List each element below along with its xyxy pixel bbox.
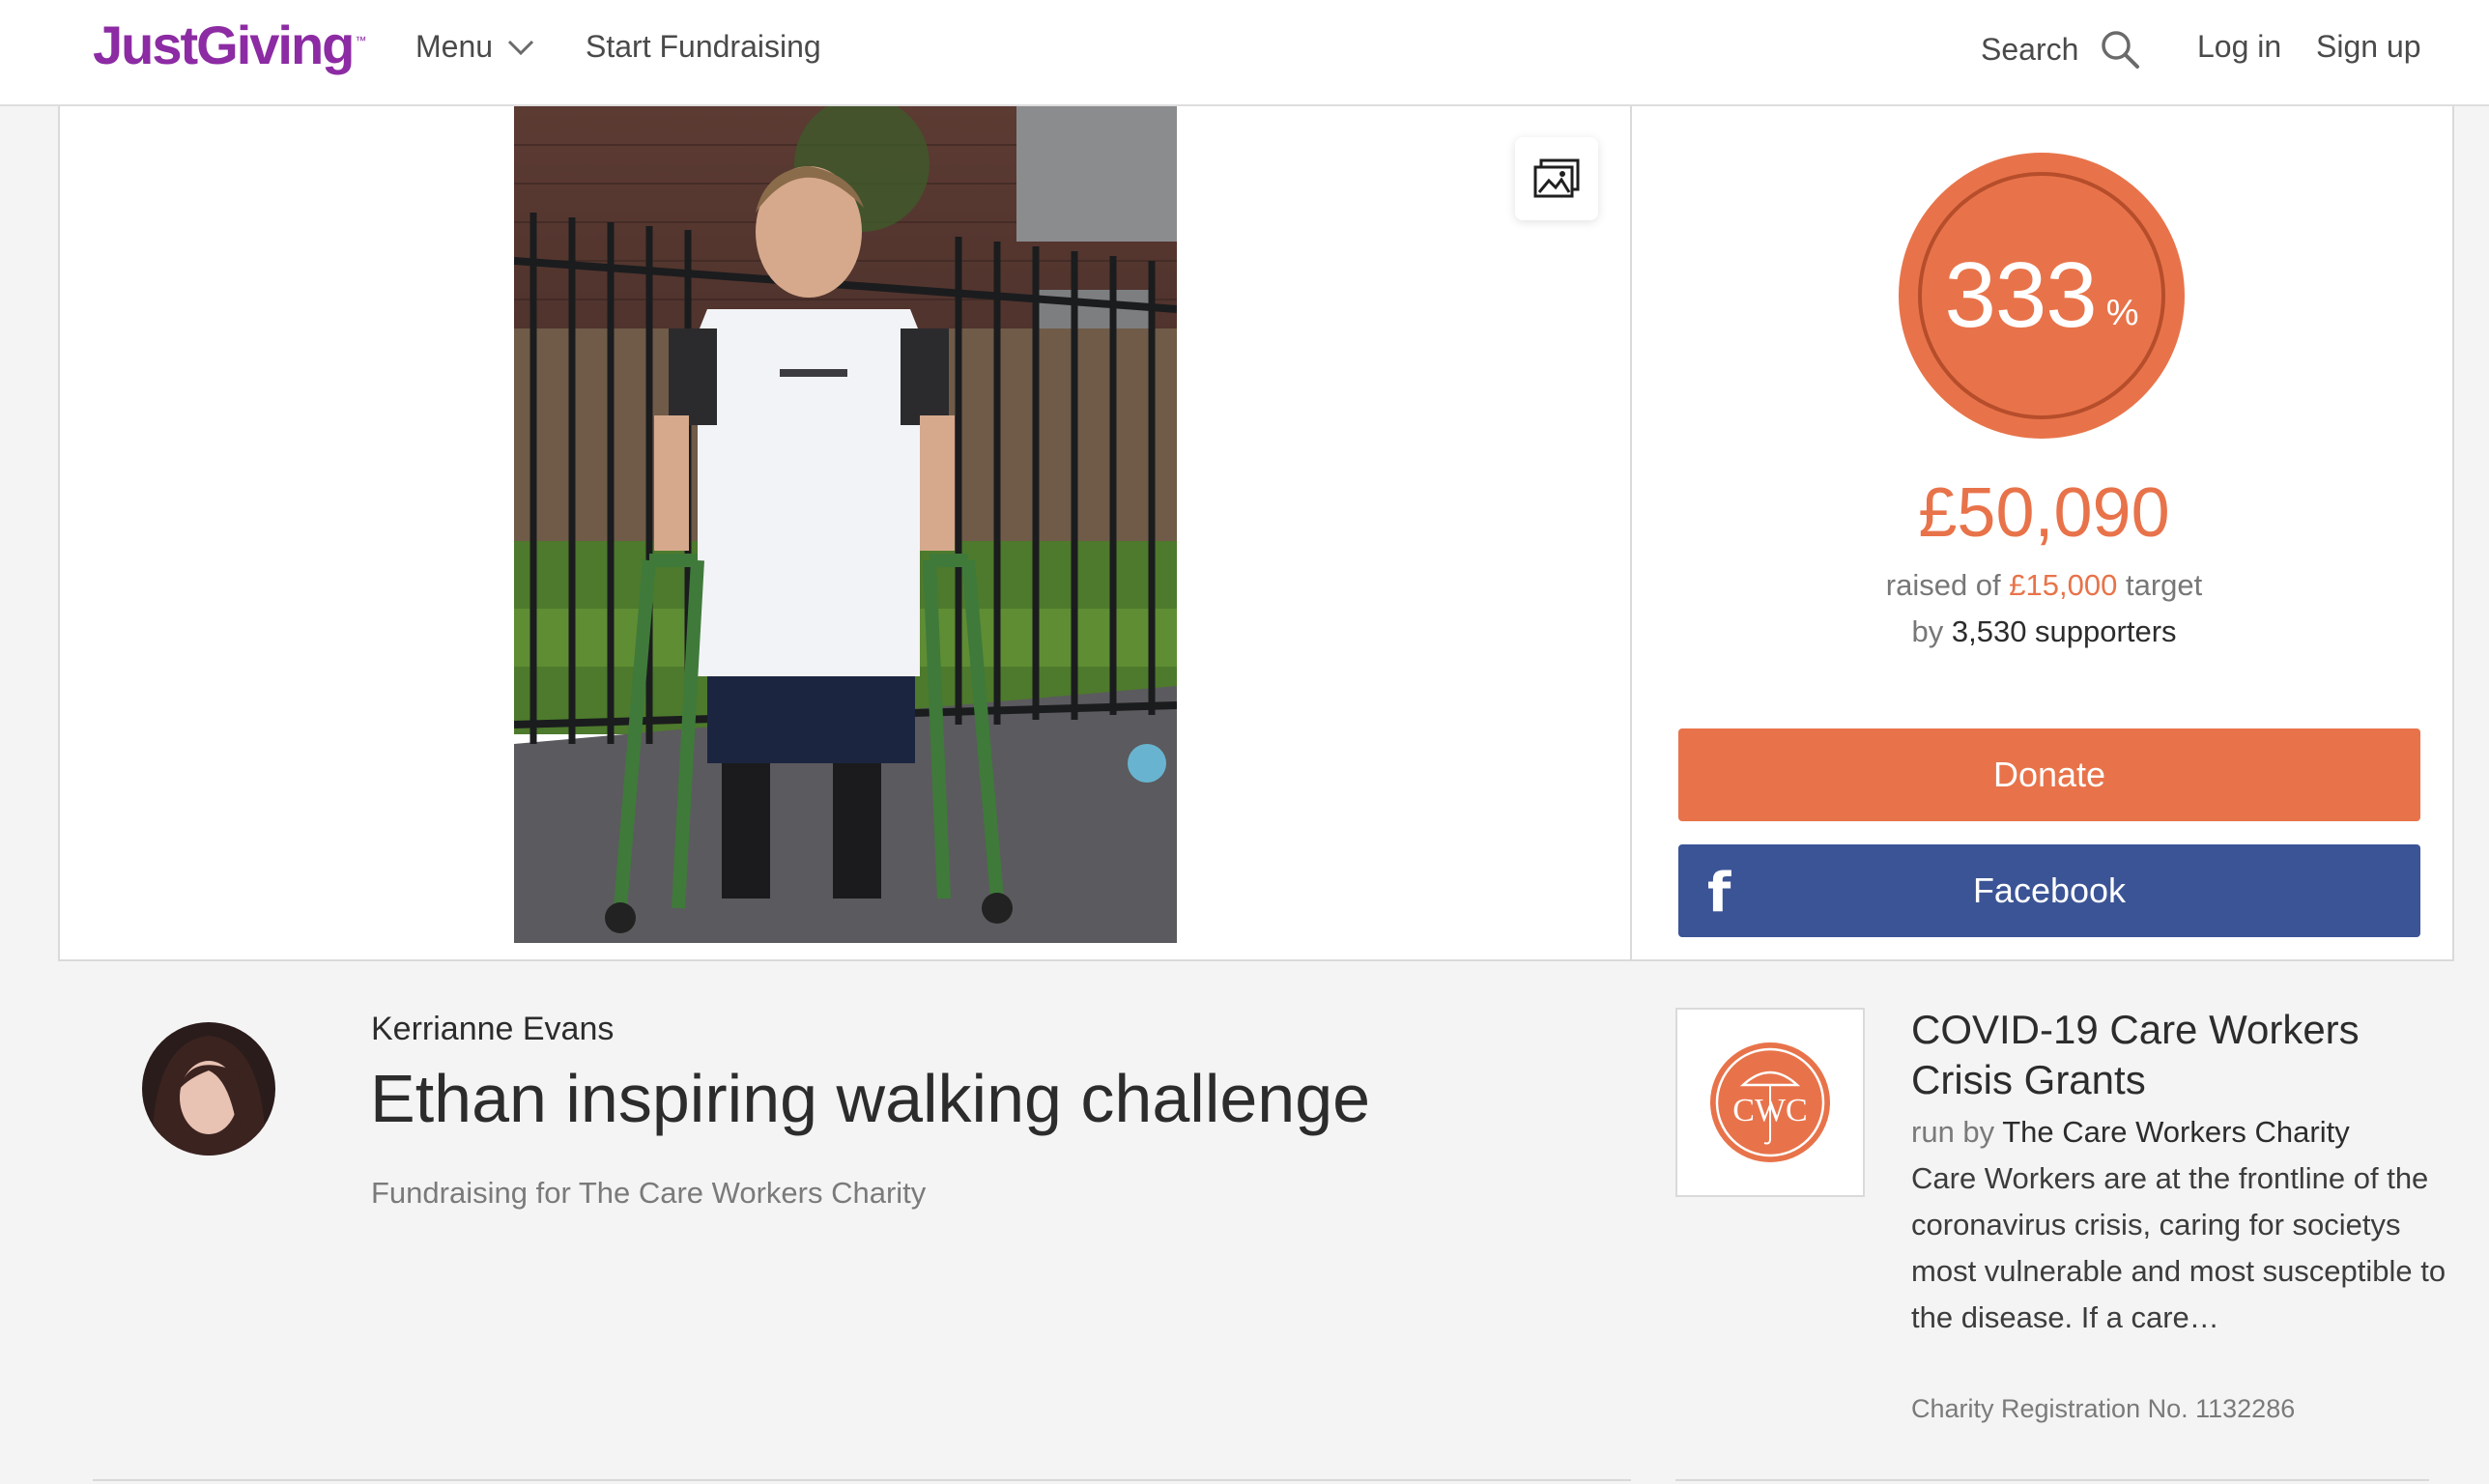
section-divider-right: [1675, 1479, 2429, 1481]
menu-button[interactable]: Menu: [415, 29, 535, 65]
owner-avatar[interactable]: [142, 1022, 275, 1156]
facebook-share-button[interactable]: f Facebook: [1678, 844, 2420, 937]
view-gallery-button[interactable]: [1515, 137, 1598, 220]
menu-label: Menu: [415, 29, 494, 64]
target-progress-ring: 333 %: [1899, 153, 2185, 439]
percent-of-target: 333: [1944, 243, 2098, 347]
supporters-count: 3,530 supporters: [1951, 614, 2177, 648]
amount-raised: £50,090: [1918, 474, 2170, 552]
progress-ring-inner: 333 %: [1918, 172, 2165, 419]
fundraising-for-line[interactable]: Fundraising for The Care Workers Charity: [371, 1176, 926, 1211]
facebook-icon: f: [1707, 862, 1731, 925]
supporters-prefix: by: [1911, 614, 1944, 648]
percent-symbol: %: [2105, 292, 2139, 333]
umbrella-icon: [1715, 1047, 1825, 1157]
charity-name-link[interactable]: The Care Workers Charity: [2002, 1115, 2349, 1149]
chevron-down-icon: [507, 40, 534, 55]
page-title: Ethan inspiring walking challenge: [370, 1061, 1371, 1136]
search-label: Search: [1981, 31, 2079, 67]
image-gallery-icon: [1533, 158, 1580, 198]
start-fundraising-link[interactable]: Start Fundraising: [586, 29, 821, 65]
charity-registration-number: Charity Registration No. 1132286: [1911, 1394, 2296, 1423]
raised-prefix: raised of: [1885, 568, 2001, 602]
charity-logo: CWC: [1710, 1042, 1830, 1162]
login-link[interactable]: Log in: [2197, 29, 2281, 65]
donate-label: Donate: [1992, 755, 2106, 794]
run-by-line: run by The Care Workers Charity: [1911, 1115, 2350, 1150]
target-suffix: target: [2125, 568, 2203, 602]
fundraiser-photo[interactable]: [514, 106, 1177, 943]
avatar-photo: [142, 1022, 275, 1156]
donate-button[interactable]: Donate: [1678, 728, 2420, 821]
target-line: raised of £15,000 target: [1632, 568, 2456, 603]
signup-link[interactable]: Sign up: [2316, 29, 2421, 65]
fundraising-hero-card: 333 % £50,090 raised of £15,000 target b…: [58, 106, 2454, 961]
logo-text: JustGiving: [93, 14, 355, 75]
charity-campaign-title[interactable]: COVID-19 Care Workers Crisis Grants: [1911, 1005, 2433, 1105]
target-amount: £15,000: [2009, 568, 2118, 602]
facebook-label: Facebook: [1972, 870, 2127, 910]
top-navigation-bar: JustGiving ™ Menu Start Fundraising Searc…: [0, 0, 2489, 106]
charity-logo-card[interactable]: CWC: [1675, 1008, 1865, 1197]
charity-description: Care Workers are at the frontline of the…: [1911, 1161, 2446, 1334]
section-divider-left: [93, 1479, 1631, 1481]
boy-with-walking-frame-photo: [514, 106, 1177, 943]
supporters-line: by 3,530 supporters: [1632, 614, 2456, 649]
logo-trademark: ™: [355, 34, 367, 48]
run-by-prefix: run by: [1911, 1115, 1995, 1149]
page-owner-name[interactable]: Kerrianne Evans: [371, 1011, 614, 1048]
justgiving-logo[interactable]: JustGiving ™: [93, 14, 366, 76]
search-button[interactable]: Search: [1981, 29, 2140, 70]
search-icon: [2102, 31, 2140, 69]
